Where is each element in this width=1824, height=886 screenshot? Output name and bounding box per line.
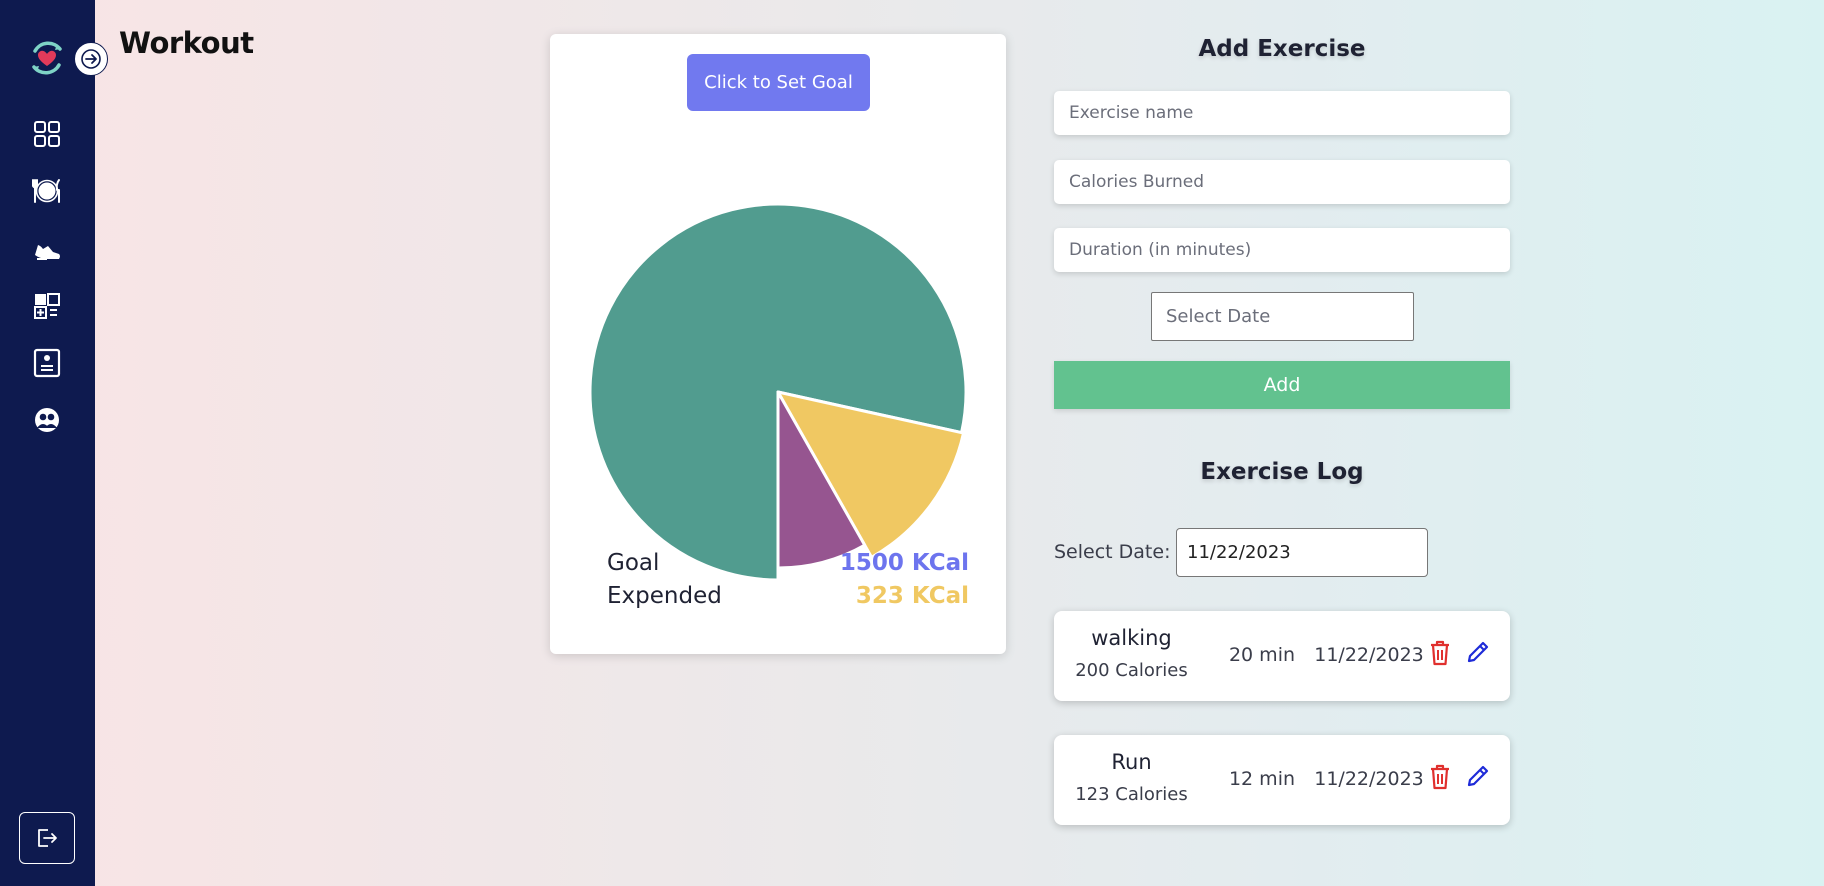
entry-name: Run	[1111, 750, 1152, 774]
duration-input[interactable]	[1054, 228, 1510, 272]
sidebar	[0, 0, 108, 886]
set-goal-button[interactable]: Click to Set Goal	[687, 54, 870, 111]
goal-value: 1500 KCal	[839, 550, 969, 576]
goal-label: Goal	[607, 550, 660, 576]
entry-date: 11/22/2023	[1314, 768, 1424, 790]
expended-value: 323 KCal	[855, 583, 969, 609]
grid-icon[interactable]	[31, 118, 63, 150]
exercise-name-input[interactable]	[1054, 91, 1510, 135]
calories-burned-input[interactable]	[1054, 160, 1510, 204]
calculator-icon[interactable]	[31, 290, 63, 322]
calorie-goal-card: Click to Set Goal Goal 1500 KCal Expende…	[550, 34, 1006, 654]
trash-icon[interactable]	[1428, 763, 1452, 791]
id-card-icon[interactable]	[31, 347, 63, 379]
log-entry: Run 123 Calories 12 min 11/22/2023	[1054, 735, 1510, 825]
heart-refresh-logo-icon	[32, 41, 62, 75]
logout-icon	[38, 829, 57, 847]
goal-row: Goal 1500 KCal	[607, 550, 969, 582]
trash-icon[interactable]	[1428, 639, 1452, 667]
log-entry: walking 200 Calories 20 min 11/22/2023	[1054, 611, 1510, 701]
group-icon[interactable]	[31, 404, 63, 436]
pencil-icon[interactable]	[1465, 763, 1491, 789]
entry-duration: 12 min	[1228, 768, 1296, 790]
log-date-label: Select Date:	[1054, 541, 1171, 563]
entry-name: walking	[1091, 626, 1172, 650]
expended-row: Expended 323 KCal	[607, 583, 969, 615]
entry-date: 11/22/2023	[1314, 644, 1424, 666]
arrow-right-icon	[81, 49, 101, 69]
page-title: Workout	[119, 26, 254, 60]
entry-calories: 200 Calories	[1075, 660, 1188, 681]
expand-sidebar-button[interactable]	[74, 42, 108, 76]
add-exercise-title: Add Exercise	[1198, 36, 1366, 62]
add-exercise-button[interactable]: Add	[1054, 361, 1510, 409]
log-date-input[interactable]	[1176, 528, 1428, 577]
sneaker-icon[interactable]	[31, 233, 63, 265]
exercise-log-title: Exercise Log	[1200, 459, 1364, 485]
entry-calories: 123 Calories	[1075, 784, 1188, 805]
calorie-pie-chart	[588, 202, 968, 582]
plate-cutlery-icon[interactable]	[31, 175, 63, 207]
pencil-icon[interactable]	[1465, 639, 1491, 665]
expended-label: Expended	[607, 583, 722, 609]
exercise-date-input[interactable]	[1151, 292, 1414, 341]
logout-button[interactable]	[19, 812, 75, 864]
entry-duration: 20 min	[1228, 644, 1296, 666]
